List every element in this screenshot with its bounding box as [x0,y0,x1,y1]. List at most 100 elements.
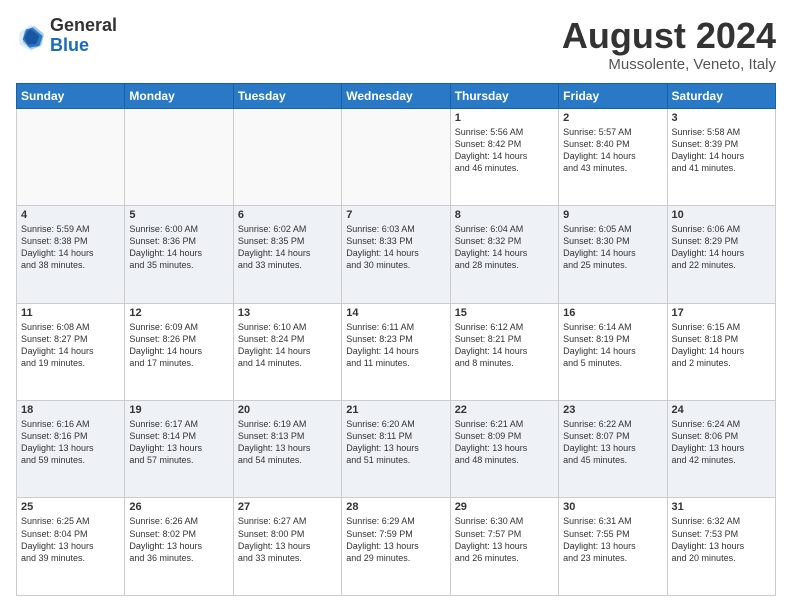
calendar-cell [17,108,125,205]
col-tuesday: Tuesday [233,83,341,108]
calendar-week-1: 1 Sunrise: 5:56 AM Sunset: 8:42 PM Daylig… [17,108,776,205]
day-info: Sunrise: 5:58 AM Sunset: 8:39 PM Dayligh… [672,126,771,175]
calendar-cell: 9 Sunrise: 6:05 AM Sunset: 8:30 PM Daylig… [559,206,667,303]
day-info: Sunrise: 6:02 AM Sunset: 8:35 PM Dayligh… [238,223,337,272]
day-info: Sunrise: 6:27 AM Sunset: 8:00 PM Dayligh… [238,515,337,564]
calendar-cell: 28 Sunrise: 6:29 AM Sunset: 7:59 PM Dayli… [342,498,450,596]
day-number: 7 [346,209,445,221]
day-number: 17 [672,307,771,319]
day-number: 29 [455,501,554,513]
logo-text: General Blue [50,16,117,56]
calendar-week-5: 25 Sunrise: 6:25 AM Sunset: 8:04 PM Dayli… [17,498,776,596]
day-number: 26 [129,501,228,513]
day-number: 12 [129,307,228,319]
day-number: 28 [346,501,445,513]
day-info: Sunrise: 6:25 AM Sunset: 8:04 PM Dayligh… [21,515,120,564]
day-info: Sunrise: 6:19 AM Sunset: 8:13 PM Dayligh… [238,418,337,467]
calendar-cell: 19 Sunrise: 6:17 AM Sunset: 8:14 PM Dayli… [125,401,233,498]
col-sunday: Sunday [17,83,125,108]
page: General Blue August 2024 Mussolente, Ven… [0,0,792,612]
calendar-cell: 8 Sunrise: 6:04 AM Sunset: 8:32 PM Daylig… [450,206,558,303]
day-info: Sunrise: 6:00 AM Sunset: 8:36 PM Dayligh… [129,223,228,272]
day-info: Sunrise: 5:59 AM Sunset: 8:38 PM Dayligh… [21,223,120,272]
day-info: Sunrise: 6:08 AM Sunset: 8:27 PM Dayligh… [21,321,120,370]
day-number: 1 [455,112,554,124]
calendar-cell: 3 Sunrise: 5:58 AM Sunset: 8:39 PM Daylig… [667,108,775,205]
calendar-cell: 14 Sunrise: 6:11 AM Sunset: 8:23 PM Dayli… [342,303,450,400]
location: Mussolente, Veneto, Italy [562,56,776,73]
calendar-cell: 29 Sunrise: 6:30 AM Sunset: 7:57 PM Dayli… [450,498,558,596]
day-info: Sunrise: 6:32 AM Sunset: 7:53 PM Dayligh… [672,515,771,564]
calendar-cell: 22Sunrise: 6:21 AM Sunset: 8:09 PM Dayli… [450,401,558,498]
day-info: Sunrise: 6:10 AM Sunset: 8:24 PM Dayligh… [238,321,337,370]
day-info: Sunrise: 6:31 AM Sunset: 7:55 PM Dayligh… [563,515,662,564]
day-info: Sunrise: 6:30 AM Sunset: 7:57 PM Dayligh… [455,515,554,564]
col-monday: Monday [125,83,233,108]
day-info: Sunrise: 6:15 AM Sunset: 8:18 PM Dayligh… [672,321,771,370]
calendar-cell: 21Sunrise: 6:20 AM Sunset: 8:11 PM Dayli… [342,401,450,498]
day-number: 3 [672,112,771,124]
calendar-cell: 1 Sunrise: 5:56 AM Sunset: 8:42 PM Daylig… [450,108,558,205]
calendar-cell: 27 Sunrise: 6:27 AM Sunset: 8:00 PM Dayli… [233,498,341,596]
day-number: 13 [238,307,337,319]
logo: General Blue [16,16,117,56]
day-number: 27 [238,501,337,513]
day-info: Sunrise: 6:04 AM Sunset: 8:32 PM Dayligh… [455,223,554,272]
day-number: 8 [455,209,554,221]
day-number: 16 [563,307,662,319]
calendar-cell: 11 Sunrise: 6:08 AM Sunset: 8:27 PM Dayli… [17,303,125,400]
day-info: Sunrise: 6:22 AM Sunset: 8:07 PM Dayligh… [563,418,662,467]
day-number: 10 [672,209,771,221]
day-number: 25 [21,501,120,513]
day-number: 5 [129,209,228,221]
col-thursday: Thursday [450,83,558,108]
day-number: 6 [238,209,337,221]
day-number: 30 [563,501,662,513]
calendar-cell: 17 Sunrise: 6:15 AM Sunset: 8:18 PM Dayli… [667,303,775,400]
day-number: 20 [238,404,337,416]
calendar-cell: 7 Sunrise: 6:03 AM Sunset: 8:33 PM Daylig… [342,206,450,303]
calendar-cell: 25 Sunrise: 6:25 AM Sunset: 8:04 PM Dayli… [17,498,125,596]
day-info: Sunrise: 6:05 AM Sunset: 8:30 PM Dayligh… [563,223,662,272]
calendar-week-4: 18 Sunrise: 6:16 AM Sunset: 8:16 PM Dayli… [17,401,776,498]
day-info: Sunrise: 5:57 AM Sunset: 8:40 PM Dayligh… [563,126,662,175]
day-info: Sunrise: 6:12 AM Sunset: 8:21 PM Dayligh… [455,321,554,370]
calendar-week-2: 4 Sunrise: 5:59 AM Sunset: 8:38 PM Daylig… [17,206,776,303]
title-block: August 2024 Mussolente, Veneto, Italy [562,16,776,73]
calendar-cell: 23Sunrise: 6:22 AM Sunset: 8:07 PM Dayli… [559,401,667,498]
calendar-cell: 6 Sunrise: 6:02 AM Sunset: 8:35 PM Daylig… [233,206,341,303]
day-info: Sunrise: 6:14 AM Sunset: 8:19 PM Dayligh… [563,321,662,370]
logo-general: General [50,15,117,35]
day-number: 9 [563,209,662,221]
col-friday: Friday [559,83,667,108]
calendar-cell: 13 Sunrise: 6:10 AM Sunset: 8:24 PM Dayli… [233,303,341,400]
calendar-cell: 30 Sunrise: 6:31 AM Sunset: 7:55 PM Dayli… [559,498,667,596]
calendar-cell: 24 Sunrise: 6:24 AM Sunset: 8:06 PM Dayli… [667,401,775,498]
day-number: 14 [346,307,445,319]
day-info: Sunrise: 6:16 AM Sunset: 8:16 PM Dayligh… [21,418,120,467]
day-info: Sunrise: 6:17 AM Sunset: 8:14 PM Dayligh… [129,418,228,467]
generalblue-logo-icon [16,21,46,51]
day-info: Sunrise: 5:56 AM Sunset: 8:42 PM Dayligh… [455,126,554,175]
calendar-cell: 5 Sunrise: 6:00 AM Sunset: 8:36 PM Daylig… [125,206,233,303]
day-number: 15 [455,307,554,319]
logo-blue: Blue [50,35,89,55]
day-info: Sunrise: 6:24 AM Sunset: 8:06 PM Dayligh… [672,418,771,467]
day-number: 24 [672,404,771,416]
day-number: 11 [21,307,120,319]
day-number: 19 [129,404,228,416]
day-info: Sunrise: 6:21 AM Sunset: 8:09 PM Dayligh… [455,418,554,467]
day-info: Sunrise: 6:29 AM Sunset: 7:59 PM Dayligh… [346,515,445,564]
calendar-cell [125,108,233,205]
day-info: Sunrise: 6:06 AM Sunset: 8:29 PM Dayligh… [672,223,771,272]
day-info: Sunrise: 6:11 AM Sunset: 8:23 PM Dayligh… [346,321,445,370]
day-number: 4 [21,209,120,221]
day-info: Sunrise: 6:20 AM Sunset: 8:11 PM Dayligh… [346,418,445,467]
day-number: 31 [672,501,771,513]
calendar-cell: 2Sunrise: 5:57 AM Sunset: 8:40 PM Daylig… [559,108,667,205]
day-info: Sunrise: 6:03 AM Sunset: 8:33 PM Dayligh… [346,223,445,272]
day-info: Sunrise: 6:09 AM Sunset: 8:26 PM Dayligh… [129,321,228,370]
month-year: August 2024 [562,16,776,56]
day-number: 18 [21,404,120,416]
calendar-week-3: 11 Sunrise: 6:08 AM Sunset: 8:27 PM Dayli… [17,303,776,400]
